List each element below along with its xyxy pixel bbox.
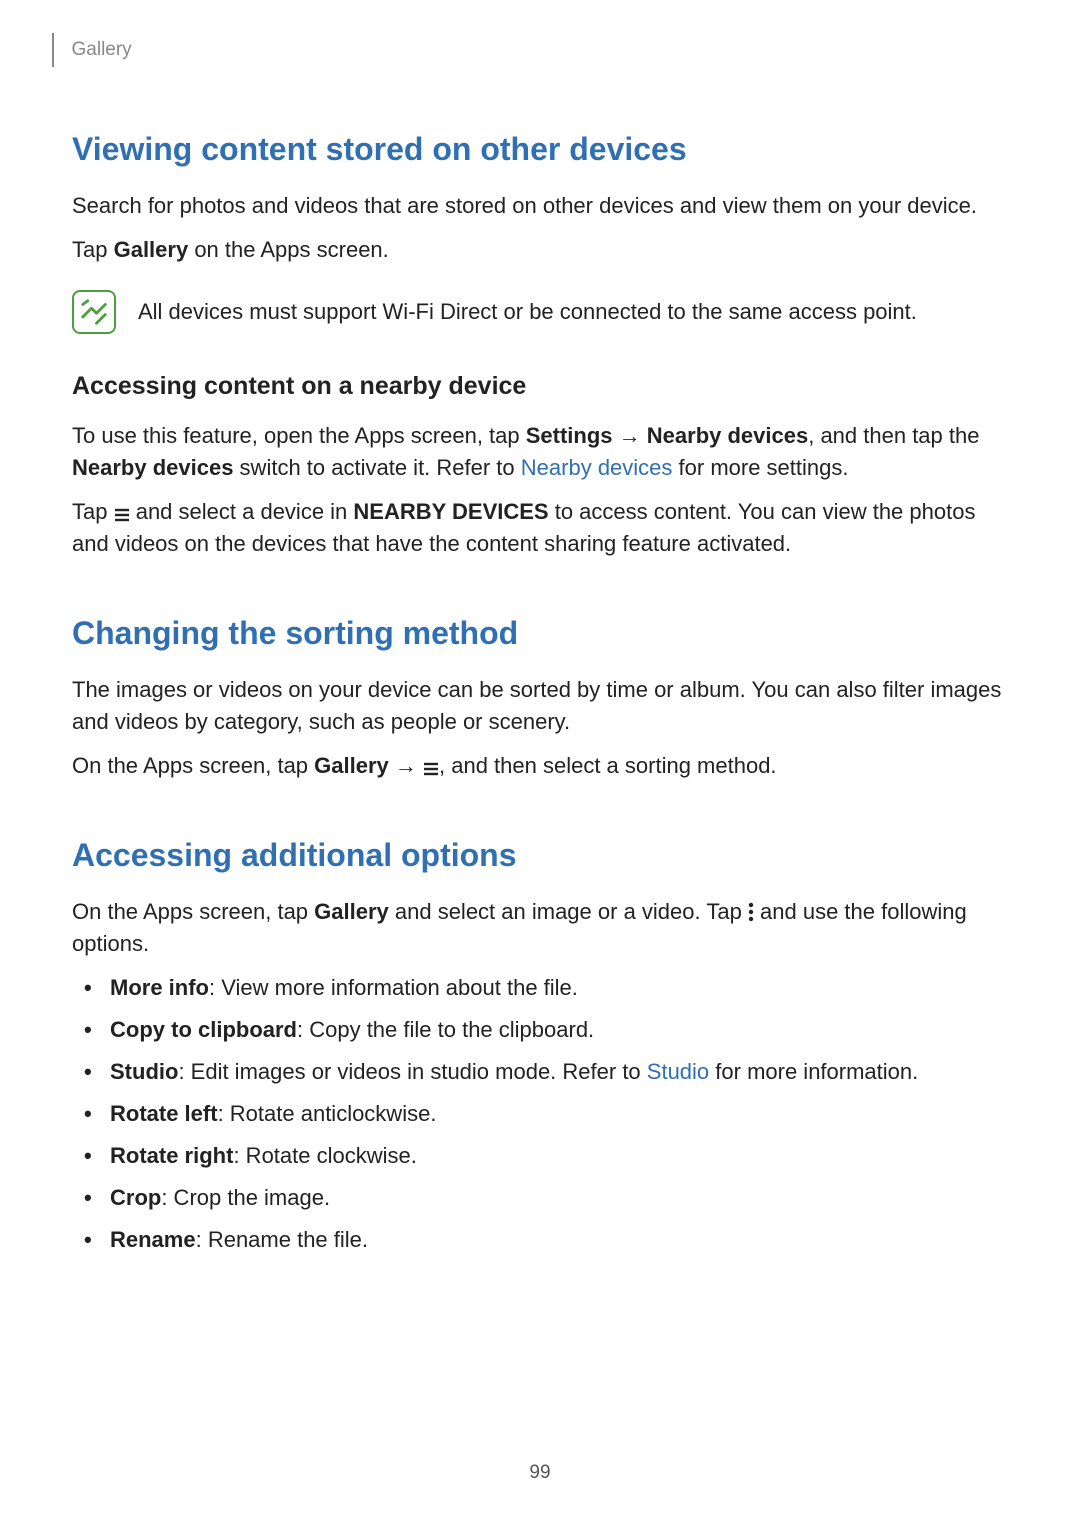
page-number: 99 [0,1459,1080,1487]
list-item: Rotate right: Rotate clockwise. [106,1140,1008,1172]
text: , and then tap the [808,423,979,448]
section-title-viewing: Viewing content stored on other devices [72,126,1008,172]
text: switch to activate it. Refer to [233,455,520,480]
text: : Rename the file. [196,1227,368,1252]
menu-icon [114,508,130,522]
text: Tap [72,499,114,524]
bold-text: Gallery [314,753,389,778]
link-nearby-devices[interactable]: Nearby devices [521,455,673,480]
bold-text: NEARBY DEVICES [353,499,548,524]
bold-text: Studio [110,1059,178,1084]
paragraph: To use this feature, open the Apps scree… [72,420,1008,484]
text: On the Apps screen, tap [72,899,314,924]
text: : Rotate clockwise. [233,1143,416,1168]
text: : Edit images or videos in studio mode. … [178,1059,646,1084]
options-list: More info: View more information about t… [72,972,1008,1255]
bold-text: Nearby devices [72,455,233,480]
paragraph: On the Apps screen, tap Gallery → , and … [72,750,1008,782]
menu-icon [423,762,439,776]
bold-text: Settings [526,423,613,448]
text: : Crop the image. [161,1185,330,1210]
note-icon [72,290,116,334]
header-divider [52,33,54,67]
bold-text: Gallery [314,899,389,924]
page-content: Gallery Viewing content stored on other … [0,0,1080,1255]
paragraph: Tap Gallery on the Apps screen. [72,234,1008,266]
bold-text: Gallery [114,237,189,262]
paragraph: Search for photos and videos that are st… [72,190,1008,222]
bold-text: Rotate left [110,1101,218,1126]
text: : Copy the file to the clipboard. [297,1017,594,1042]
bold-text: Copy to clipboard [110,1017,297,1042]
text: on the Apps screen. [188,237,389,262]
text: On the Apps screen, tap [72,753,314,778]
note-text: All devices must support Wi-Fi Direct or… [138,296,917,328]
text: Tap [72,237,114,262]
subsection-title-accessing-nearby: Accessing content on a nearby device [72,368,1008,404]
link-studio[interactable]: Studio [647,1059,709,1084]
text: , and then select a sorting method. [439,753,777,778]
bold-text: Rotate right [110,1143,233,1168]
list-item: Rename: Rename the file. [106,1224,1008,1256]
note-callout: All devices must support Wi-Fi Direct or… [72,290,1008,334]
paragraph: Tap and select a device in NEARBY DEVICE… [72,496,1008,560]
text: and select a device in [130,499,354,524]
bold-text: Crop [110,1185,161,1210]
list-item: Crop: Crop the image. [106,1182,1008,1214]
text: and select an image or a video. Tap [389,899,748,924]
paragraph: The images or videos on your device can … [72,674,1008,738]
paragraph: On the Apps screen, tap Gallery and sele… [72,896,1008,960]
section-title-sorting: Changing the sorting method [72,610,1008,656]
list-item: Studio: Edit images or videos in studio … [106,1056,1008,1088]
bold-text: Rename [110,1227,196,1252]
bold-text: More info [110,975,209,1000]
section-title-additional-options: Accessing additional options [72,832,1008,878]
text: : View more information about the file. [209,975,578,1000]
text: → [389,753,423,778]
list-item: Copy to clipboard: Copy the file to the … [106,1014,1008,1046]
text: To use this feature, open the Apps scree… [72,423,526,448]
text: → [613,423,647,448]
page-header: Gallery [72,30,1008,70]
bold-text: Nearby devices [647,423,808,448]
text: for more settings. [672,455,848,480]
text: for more information. [709,1059,918,1084]
text: : Rotate anticlockwise. [218,1101,437,1126]
list-item: More info: View more information about t… [106,972,1008,1004]
list-item: Rotate left: Rotate anticlockwise. [106,1098,1008,1130]
header-section-label: Gallery [72,36,132,64]
